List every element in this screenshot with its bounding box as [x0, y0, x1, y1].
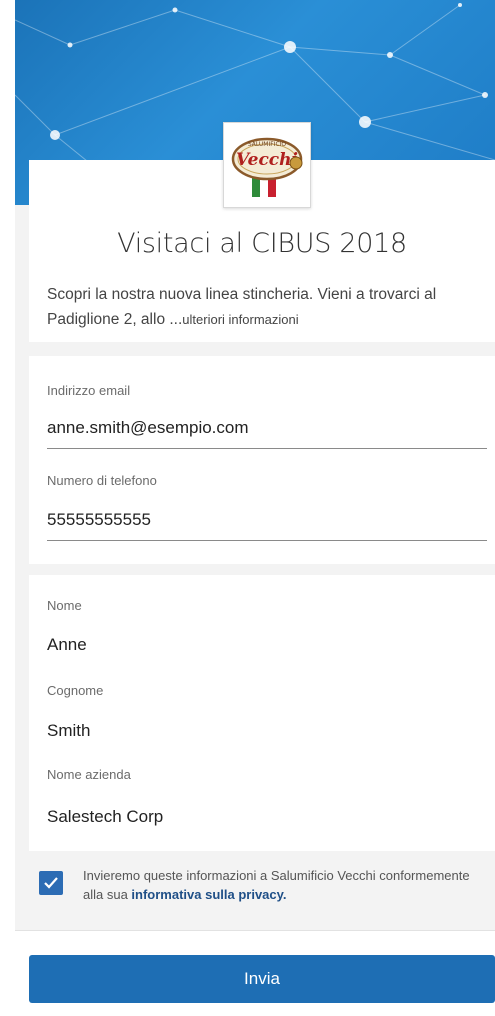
consent-checkbox[interactable] [39, 871, 63, 895]
privacy-policy-link[interactable]: informativa sulla privacy. [131, 887, 286, 902]
form-frame: SALUMIFICIO Vecchi Visitaci al CIBUS 201… [15, 0, 495, 1016]
last-name-field[interactable]: Smith [47, 721, 90, 741]
email-field[interactable]: anne.smith@esempio.com [47, 418, 249, 438]
company-field[interactable]: Salestech Corp [47, 807, 163, 827]
salumificio-vecchi-logo: SALUMIFICIO Vecchi [231, 137, 303, 197]
email-label: Indirizzo email [47, 383, 131, 398]
company-label: Nome azienda [47, 767, 131, 782]
logo-text: Vecchi [236, 150, 298, 170]
personal-section: Nome Anne Cognome Smith Nome azienda Sal… [29, 575, 495, 851]
form-title: Visitaci al CIBUS 2018 [117, 228, 407, 259]
company-logo: SALUMIFICIO Vecchi [223, 122, 311, 208]
more-info-link[interactable]: ulteriori informazioni [182, 312, 298, 327]
first-name-field[interactable]: Anne [47, 635, 87, 655]
consent-text: Invieremo queste informazioni a Salumifi… [83, 866, 483, 904]
contact-section: Indirizzo email anne.smith@esempio.com N… [29, 356, 495, 564]
phone-label: Numero di telefono [47, 473, 157, 488]
checkmark-icon [44, 877, 58, 889]
submit-button[interactable]: Invia [29, 955, 495, 1003]
phone-field[interactable]: 55555555555 [47, 510, 151, 530]
phone-underline [47, 540, 487, 541]
first-name-label: Nome [47, 598, 82, 613]
privacy-consent: Invieremo queste informazioni a Salumifi… [39, 866, 479, 914]
last-name-label: Cognome [47, 683, 104, 698]
logo-top-text: SALUMIFICIO [248, 141, 287, 148]
email-underline [47, 448, 487, 449]
form-footer: Invia [15, 930, 495, 1016]
form-description: Scopri la nostra nuova linea stincheria.… [47, 282, 477, 332]
